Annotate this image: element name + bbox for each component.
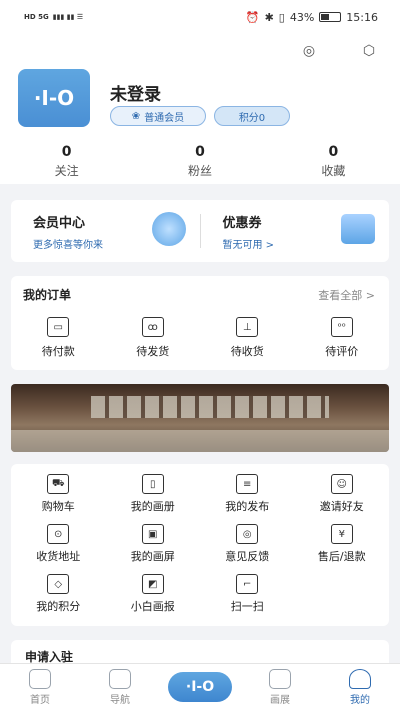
apply-label: 申请入驻 [25,650,74,664]
tab-navigation[interactable]: 导航 [80,664,160,711]
coupon-icon [341,214,375,244]
order-pending-shipment[interactable]: ꝏ 待发货 [106,317,201,359]
scan-icon: ⌐ [236,574,259,594]
member-level-badge[interactable]: ❀ 普通会员 [110,106,206,126]
stat-follow[interactable]: 0 关注 [0,144,133,179]
tool-refund[interactable]: ¥ 售后/退款 [295,524,390,564]
tool-poster[interactable]: ◩ 小白画报 [106,574,201,614]
signal-indicator: HD 5G ▮▮▮ ▮▮ ☰ [24,13,84,21]
tool-scan[interactable]: ⌐ 扫一扫 [200,574,295,614]
signal-icon: ▮▮▮ ▮▮ ☰ [52,13,84,21]
orders-title: 我的订单 [23,288,72,302]
tool-feedback[interactable]: ◎ 意见反馈 [200,524,295,564]
tool-cart[interactable]: ⛟ 购物车 [11,474,106,514]
bottom-tab-bar: 首页 导航 ·I-O 画展 我的 [0,663,400,711]
cart-icon: ⛟ [47,474,70,494]
tab-center[interactable]: ·I-O [160,664,240,711]
bluetooth-icon: ✱ [264,10,274,24]
orders-card: 我的订单 查看全部 > ▭ 待付款 ꝏ 待发货 ⊥ 待收货 ᵒᵒ 待评价 [11,276,389,370]
poster-icon: ◩ [141,574,164,594]
exhibit-icon [269,669,291,689]
order-pending-receipt[interactable]: ⊥ 待收货 [200,317,295,359]
album-icon: ▯ [141,474,164,494]
stat-fans[interactable]: 0 粉丝 [133,144,266,179]
order-pending-payment[interactable]: ▭ 待付款 [11,317,106,359]
member-coupon-card: 会员中心 更多惊喜等你来 优惠券 暂无可用 > [11,200,389,262]
message-icon[interactable]: ◎ [298,40,320,62]
avatar[interactable]: ·I-O [18,69,90,127]
center-logo-icon: ·I-O [168,672,232,702]
battery-percent: 43% [289,10,315,24]
tool-invite[interactable]: ☺ 邀请好友 [295,474,390,514]
profile-icon [349,669,371,689]
stats-row: 0 关注 0 粉丝 0 收藏 [0,144,400,179]
tool-address[interactable]: ⊙ 收货地址 [11,524,106,564]
view-all-orders-link[interactable]: 查看全部 > [318,287,375,303]
status-bar: HD 5G ▮▮▮ ▮▮ ☰ ⏰ ✱ ▯ 43% 15:16 [0,0,400,34]
stat-favorites[interactable]: 0 收藏 [267,144,400,179]
tool-points[interactable]: ◇ 我的积分 [11,574,106,614]
grid-icon [109,669,131,689]
member-badge-icon: ❀ [131,110,141,122]
profile-header: ◎ ⬡ ·I-O 未登录 ❀ 普通会员 积分0 0 关注 0 粉丝 0 收藏 [0,34,400,184]
vibrate-icon: ▯ [278,10,285,24]
feedback-icon: ◎ [236,524,259,544]
settings-icon[interactable]: ⬡ [358,40,380,62]
tab-exhibition[interactable]: 画展 [240,664,320,711]
home-icon [29,669,51,689]
exhibition-banner[interactable] [11,384,389,452]
medal-icon [151,212,186,246]
tool-publish[interactable]: ≡ 我的发布 [200,474,295,514]
coupon-entry[interactable]: 优惠券 暂无可用 > [201,200,390,262]
clock: 15:16 [346,10,378,24]
location-icon: ⊙ [47,524,70,544]
review-icon: ᵒᵒ [330,317,353,337]
order-pending-review[interactable]: ᵒᵒ 待评价 [295,317,390,359]
tab-mine[interactable]: 我的 [320,664,400,711]
tool-album[interactable]: ▯ 我的画册 [106,474,201,514]
box-icon: ꝏ [141,317,164,337]
screen-icon: ▣ [141,524,164,544]
wallet-icon: ▭ [47,317,70,337]
receive-icon: ⊥ [236,317,259,337]
apply-entry[interactable]: 申请入驻 [11,640,389,664]
battery-icon [319,12,342,22]
banner-paintings [91,396,329,418]
member-center-entry[interactable]: 会员中心 更多惊喜等你来 [11,200,200,262]
tool-screen[interactable]: ▣ 我的画屏 [106,524,201,564]
points-icon: ◇ [47,574,70,594]
alarm-icon: ⏰ [245,10,260,24]
publish-icon: ≡ [236,474,259,494]
username[interactable]: 未登录 [110,80,161,105]
invite-icon: ☺ [330,474,353,494]
tab-home[interactable]: 首页 [0,664,80,711]
refund-icon: ¥ [330,524,353,544]
points-badge[interactable]: 积分0 [214,106,290,126]
tools-card: ⛟ 购物车 ▯ 我的画册 ≡ 我的发布 ☺ 邀请好友 ⊙ 收货地址 ▣ 我的画屏… [11,464,389,626]
